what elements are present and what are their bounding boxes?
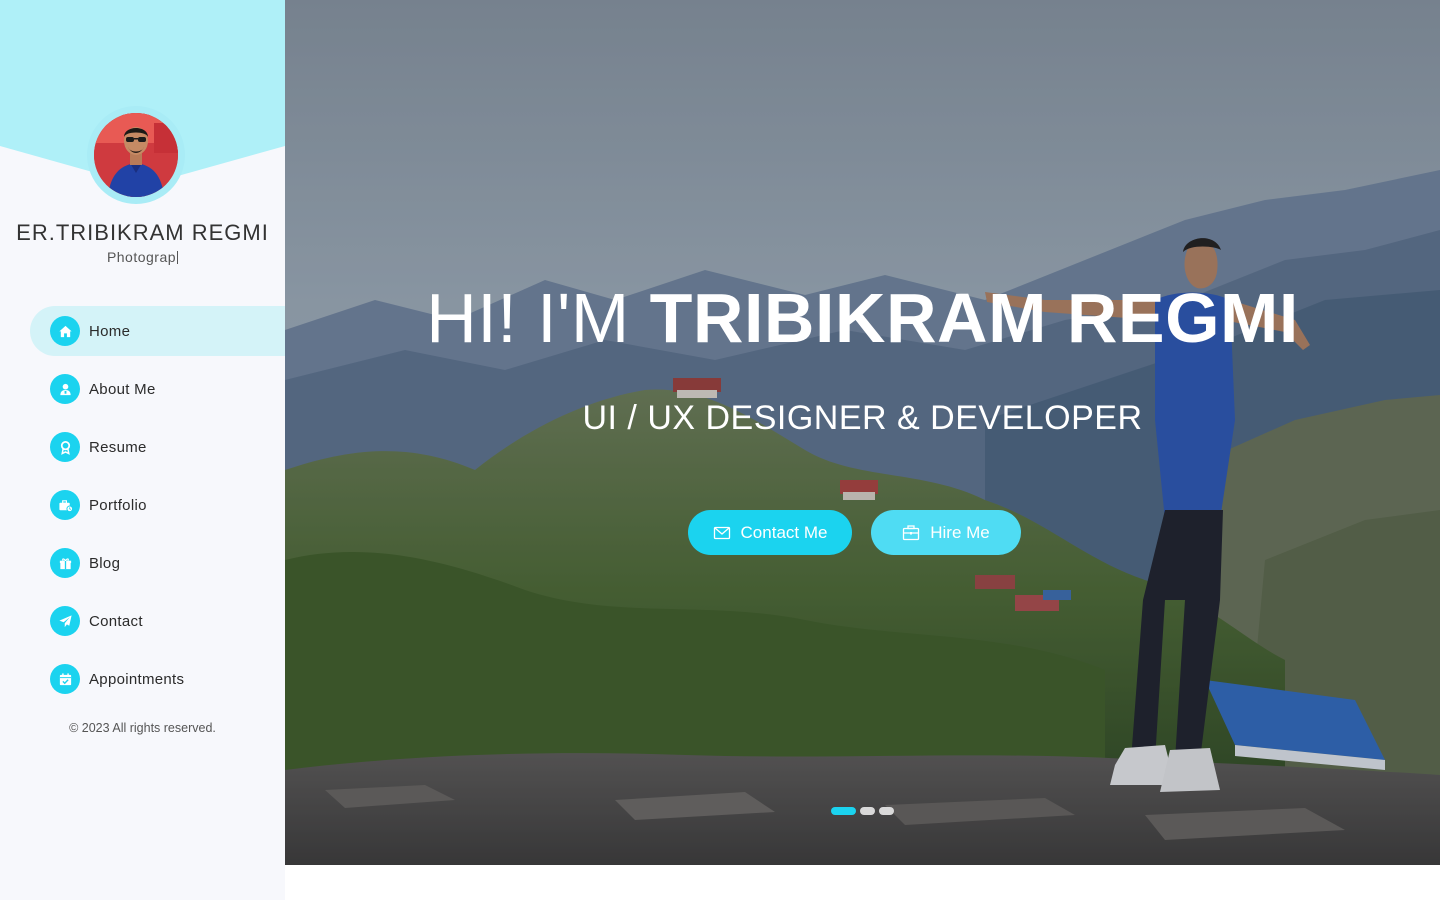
profile-role-text: Photograp — [106, 249, 177, 265]
home-icon — [50, 316, 80, 346]
user-icon — [50, 374, 80, 404]
avatar — [94, 113, 178, 197]
briefcase-outline-icon — [903, 524, 920, 540]
nav-item-about-me[interactable]: About Me — [30, 364, 285, 414]
sidebar: ER.TRIBIKRAM REGMI Photograp Home About … — [0, 0, 285, 900]
hero-title: HI! I'M TRIBIKRAM REGMI — [285, 278, 1440, 358]
nav-label-about-me: About Me — [89, 380, 156, 398]
contact-me-button[interactable]: Contact Me — [688, 510, 852, 555]
briefcase-icon — [50, 490, 80, 520]
nav-label-contact: Contact — [89, 612, 143, 630]
hero-greeting: HI! I'M — [426, 279, 630, 357]
sidebar-nav: Home About Me Resume Portfolio Blog Cont… — [30, 306, 285, 712]
calendar-check-icon — [50, 664, 80, 694]
slider-dots — [831, 807, 894, 815]
nav-label-resume: Resume — [89, 438, 147, 456]
hire-me-label: Hire Me — [930, 522, 990, 542]
copyright-text: © 2023 All rights reserved. — [69, 721, 216, 735]
hero-subtitle: UI / UX DESIGNER & DEVELOPER — [582, 399, 1143, 437]
nav-label-portfolio: Portfolio — [89, 496, 147, 514]
nav-item-contact[interactable]: Contact — [30, 596, 285, 646]
profile-role: Photograp — [0, 249, 285, 265]
nav-item-appointments[interactable]: Appointments — [30, 654, 285, 704]
nav-item-portfolio[interactable]: Portfolio — [30, 480, 285, 530]
nav-item-home[interactable]: Home — [30, 306, 285, 356]
hire-me-button[interactable]: Hire Me — [871, 510, 1021, 555]
paper-plane-icon — [50, 606, 80, 636]
nav-item-resume[interactable]: Resume — [30, 422, 285, 472]
slider-dot-3[interactable] — [879, 807, 894, 815]
nav-label-home: Home — [89, 322, 131, 340]
contact-me-label: Contact Me — [740, 522, 828, 542]
envelope-icon — [713, 526, 730, 539]
nav-item-blog[interactable]: Blog — [30, 538, 285, 588]
typing-caret — [177, 251, 179, 264]
gift-icon — [50, 548, 80, 578]
slider-dot-2[interactable] — [860, 807, 875, 815]
slider-dot-1[interactable] — [831, 807, 856, 815]
profile-name: ER.TRIBIKRAM REGMI — [16, 220, 269, 245]
nav-label-appointments: Appointments — [89, 670, 185, 688]
hero-section: HI! I'M TRIBIKRAM REGMI UI / UX DESIGNER… — [285, 0, 1440, 865]
nav-label-blog: Blog — [89, 554, 121, 572]
award-icon — [50, 432, 80, 462]
hero-name: TRIBIKRAM REGMI — [649, 279, 1299, 357]
